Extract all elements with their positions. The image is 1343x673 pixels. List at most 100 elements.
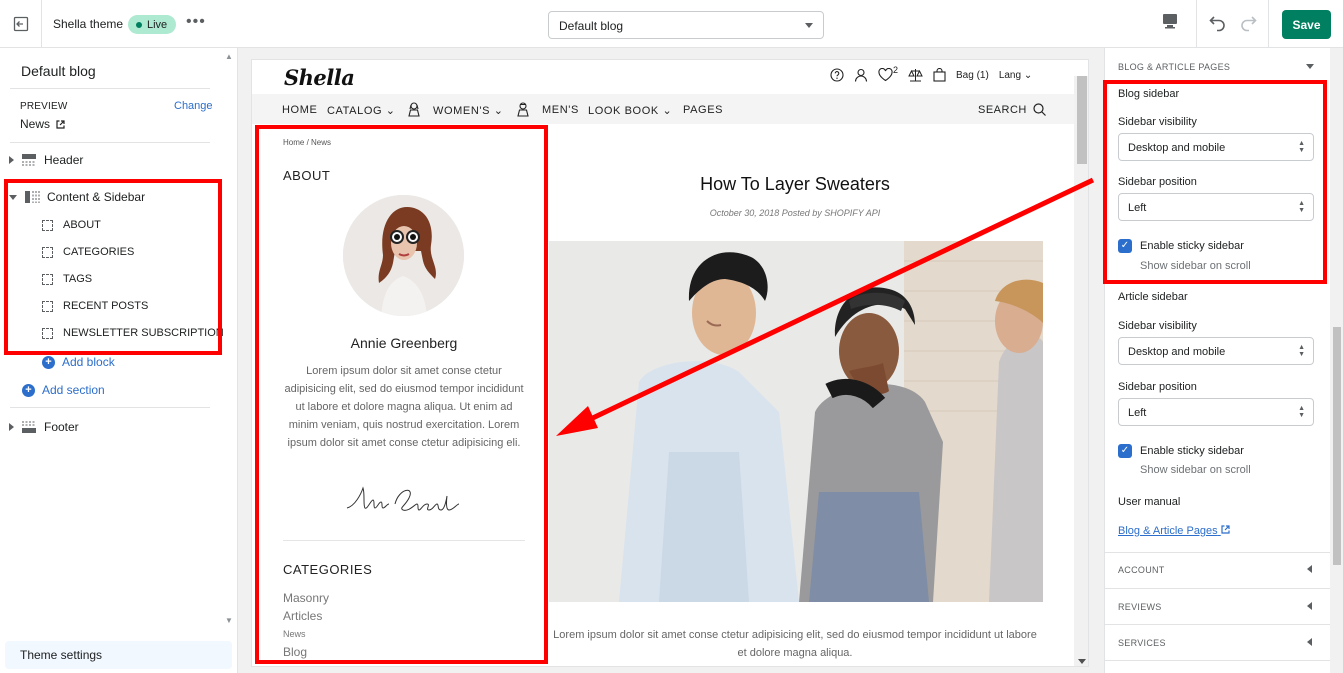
blog-position-select[interactable]: Left ▲ ▼ (1118, 193, 1314, 221)
chevron-left-icon[interactable] (1307, 602, 1312, 610)
category-link[interactable]: Masonry (283, 591, 329, 605)
exit-button[interactable] (0, 0, 42, 48)
block-about[interactable]: ABOUT (42, 219, 101, 231)
author-signature (346, 486, 460, 511)
block-label: CATEGORIES (63, 246, 135, 258)
heart-icon[interactable] (878, 68, 893, 82)
save-button[interactable]: Save (1282, 10, 1331, 39)
section-reviews[interactable]: REVIEWS (1118, 602, 1162, 612)
nav-lookbook[interactable]: LOOK BOOK ⌄ (588, 104, 672, 117)
nav-pages[interactable]: PAGES (683, 104, 723, 116)
blog-visibility-select[interactable]: Desktop and mobile ▲ ▼ (1118, 133, 1314, 161)
category-link[interactable]: Articles (283, 609, 322, 623)
blog-visibility-label: Sidebar visibility (1118, 116, 1197, 128)
scroll-thumb[interactable] (1077, 76, 1087, 164)
bag-icon[interactable] (933, 68, 946, 82)
scroll-thumb[interactable] (1333, 327, 1341, 565)
search-label: SEARCH (978, 103, 1027, 116)
more-actions-button[interactable]: ••• (186, 13, 206, 31)
nav-womens[interactable]: WOMEN'S ⌄ (433, 104, 504, 117)
undo-button[interactable] (1208, 13, 1228, 36)
divider (10, 142, 210, 143)
section-title[interactable]: BLOG & ARTICLE PAGES (1118, 62, 1230, 72)
chevron-down-icon (9, 194, 17, 200)
about-heading: ABOUT (283, 168, 331, 183)
user-icon[interactable] (854, 68, 868, 82)
chevron-down-icon (805, 23, 813, 28)
undo-icon (1209, 16, 1225, 32)
section-header[interactable]: Header (9, 153, 83, 167)
section-account[interactable]: ACCOUNT (1118, 565, 1165, 575)
man-icon (517, 102, 529, 117)
select-arrows-icon: ▲ ▼ (1298, 200, 1305, 214)
external-link-icon (1221, 525, 1230, 534)
block-categories[interactable]: CATEGORIES (42, 246, 134, 258)
nav-mens[interactable]: MEN'S (542, 104, 579, 116)
post-meta: October 30, 2018 Posted by SHOPIFY API (709, 208, 881, 218)
store-logo[interactable]: Shella (284, 65, 355, 90)
redo-button[interactable] (1238, 13, 1258, 36)
article-position-select[interactable]: Left ▲ ▼ (1118, 398, 1314, 426)
user-manual-heading: User manual (1118, 496, 1181, 508)
preview-scrollbar[interactable] (1074, 76, 1088, 666)
preview-label: PREVIEW (20, 101, 68, 112)
footer-section-icon (22, 421, 36, 433)
scroll-up-icon[interactable]: ▲ (225, 52, 233, 61)
chevron-down-icon: ⌄ (493, 105, 504, 117)
breadcrumb[interactable]: Home / News (283, 138, 331, 147)
user-manual-link[interactable]: Blog & Article Pages (1118, 525, 1230, 537)
nav-home[interactable]: HOME (282, 104, 317, 116)
nav-label: LOOK BOOK (588, 105, 659, 117)
desktop-view-button[interactable] (1161, 12, 1189, 36)
scroll-down-icon[interactable] (1078, 659, 1086, 664)
divider (1105, 624, 1330, 625)
change-preview-link[interactable]: Change (174, 100, 213, 112)
add-section-button[interactable]: + Add section (22, 383, 105, 397)
exit-icon (13, 16, 28, 32)
plus-icon: + (42, 355, 55, 369)
category-link[interactable]: News (283, 629, 306, 639)
blog-sticky-help: Show sidebar on scroll (1140, 260, 1251, 272)
block-tags[interactable]: TAGS (42, 273, 92, 285)
blog-sticky-checkbox[interactable]: ✓ (1118, 239, 1132, 253)
chevron-left-icon[interactable] (1307, 638, 1312, 646)
divider (1105, 552, 1330, 553)
compare-icon[interactable] (908, 68, 923, 82)
chevron-down-icon[interactable] (1306, 64, 1314, 69)
add-block-button[interactable]: + Add block (42, 355, 115, 369)
article-visibility-select[interactable]: Desktop and mobile ▲ ▼ (1118, 337, 1314, 365)
scroll-down-icon[interactable]: ▼ (225, 616, 233, 625)
section-content-sidebar[interactable]: Content & Sidebar (9, 190, 145, 204)
category-link[interactable]: Blog (283, 645, 307, 659)
chevron-down-icon: ⌄ (1023, 69, 1033, 81)
select-value: Desktop and mobile (1128, 346, 1226, 358)
block-label: NEWSLETTER SUBSCRIPTION (63, 327, 224, 339)
lang-select[interactable]: Lang ⌄ (999, 70, 1032, 81)
article-sticky-checkbox[interactable]: ✓ (1118, 444, 1132, 458)
page-select[interactable]: Default blog (548, 11, 824, 39)
bag-label[interactable]: Bag (1) (956, 70, 989, 81)
nav-search[interactable]: SEARCH (978, 103, 1046, 116)
select-value: Left (1128, 407, 1147, 419)
divider (10, 407, 210, 408)
post-hero-image[interactable] (549, 241, 1043, 602)
block-icon (42, 246, 53, 258)
preview-value[interactable]: News (20, 117, 65, 131)
settings-scrollbar[interactable] (1330, 48, 1343, 673)
theme-name: Shella theme (53, 17, 124, 31)
chevron-left-icon[interactable] (1307, 565, 1312, 573)
block-recent-posts[interactable]: RECENT POSTS (42, 300, 148, 312)
section-footer[interactable]: Footer (9, 420, 79, 434)
article-sticky-help: Show sidebar on scroll (1140, 464, 1251, 476)
wishlist-count: 2 (893, 65, 899, 75)
checkbox-check-icon: ✓ (1120, 445, 1130, 456)
block-newsletter[interactable]: NEWSLETTER SUBSCRIPTION (42, 327, 224, 339)
post-title[interactable]: How To Layer Sweaters (548, 174, 1042, 195)
theme-settings-button[interactable]: Theme settings (5, 641, 232, 669)
section-services[interactable]: SERVICES (1118, 638, 1166, 648)
divider (10, 88, 210, 89)
preview-area: Shella 2 Bag (1) Lang ⌄ HOME CATALOG ⌄ W… (239, 48, 1104, 673)
nav-catalog[interactable]: CATALOG ⌄ (327, 104, 396, 117)
help-icon[interactable] (830, 68, 844, 82)
page-title: Default blog (21, 63, 96, 79)
